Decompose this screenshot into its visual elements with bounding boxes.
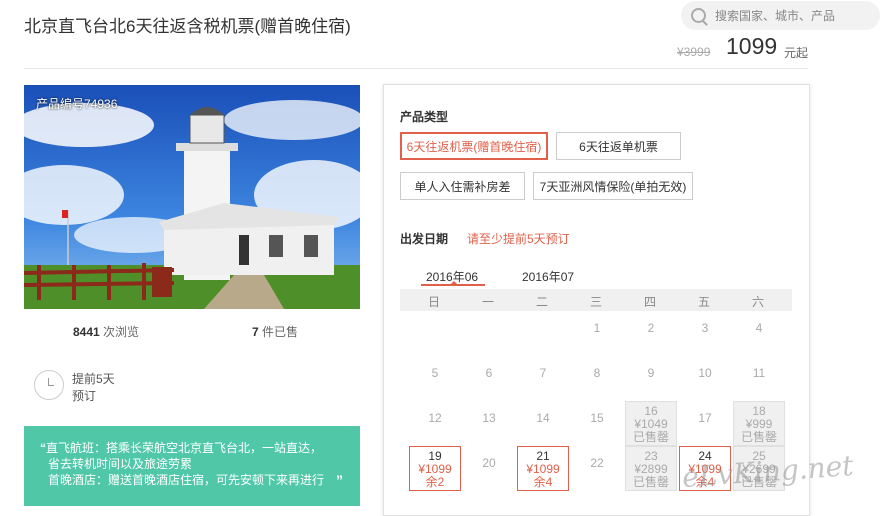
- weekday: 一: [481, 295, 494, 309]
- weekday: 五: [697, 295, 710, 309]
- product-type-label: 产品类型: [400, 110, 449, 124]
- weekday: 日: [427, 295, 440, 309]
- highlight-text: “直飞航班：搭乘长荣航空北京直飞台北，一站直达， 省去转机时间以及旅途劳累 首晚…: [40, 440, 360, 488]
- highlight-line-3: 首晚酒店：赠送首晚酒店住宿，可先安顿下来再进行: [48, 473, 325, 487]
- product-photo[interactable]: [24, 85, 360, 309]
- highlight-line-2: 省去转机时间以及旅途劳累: [48, 457, 193, 471]
- product-number: 产品编号74936: [36, 97, 118, 111]
- quote-close-icon: ”: [336, 472, 343, 488]
- view-count-label: 次浏览: [103, 325, 140, 339]
- product-type-option[interactable]: 6天往返单机票: [556, 132, 681, 160]
- weekday: 四: [643, 295, 656, 309]
- current-price: 1099: [726, 33, 778, 59]
- clock-icon: [34, 370, 64, 400]
- product-type-option[interactable]: 单人入住需补房差: [400, 172, 525, 200]
- highlight-line-1: 直飞航班：搭乘长荣航空北京直飞台北，一站直达，: [46, 441, 323, 455]
- product-highlights: “直飞航班：搭乘长荣航空北京直飞台北，一站直达， 省去转机时间以及旅途劳累 首晚…: [24, 426, 360, 506]
- day-status: 已售罄: [632, 475, 669, 489]
- view-count: 8441 次浏览: [73, 323, 139, 340]
- weekday: 三: [589, 295, 602, 309]
- search-box[interactable]: 搜索国家、城市、产品: [681, 1, 880, 30]
- advance-line-2: 预订: [72, 389, 97, 403]
- advance-booking-info: 提前5天 预订: [72, 371, 115, 405]
- lighthouse-image: [24, 85, 360, 309]
- weekday: 六: [751, 295, 764, 309]
- tab-month-july[interactable]: 2016年07: [522, 268, 574, 285]
- calendar-day-sold-out: 18 ¥999 已售罄: [733, 401, 785, 446]
- product-type-option[interactable]: 6天往返机票(赠首晚住宿): [400, 132, 548, 160]
- sold-count: 7 件已售: [252, 323, 298, 340]
- day-status: 余2: [425, 475, 445, 489]
- calendar-day-available[interactable]: 19 ¥1099 余2: [409, 446, 461, 491]
- day-status: 已售罄: [740, 430, 777, 444]
- calendar-day-available[interactable]: 21 ¥1099 余4: [517, 446, 569, 491]
- page-title: 北京直飞台北6天往返含税机票(赠首晚住宿): [24, 17, 351, 36]
- product-type-option[interactable]: 7天亚洲风情保险(单拍无效): [533, 172, 693, 200]
- sold-count-number: 7: [252, 325, 259, 339]
- day-status: 已售罄: [632, 430, 669, 444]
- calendar-day-sold-out: 16 ¥1049 已售罄: [625, 401, 677, 446]
- advance-line-1: 提前5天: [72, 372, 115, 386]
- price-suffix: 元起: [784, 46, 809, 60]
- view-count-number: 8441: [73, 325, 100, 339]
- search-icon[interactable]: [691, 8, 706, 23]
- day-status: 余4: [533, 475, 553, 489]
- active-month-caret-icon: [450, 281, 458, 285]
- weekday: 二: [535, 295, 548, 309]
- original-price: ¥3999: [677, 45, 711, 59]
- weekday-header: 日 一 二 三 四 五 六: [400, 289, 792, 311]
- header-divider: [24, 68, 808, 69]
- calendar-day-sold-out: 23 ¥2899 已售罄: [625, 446, 677, 491]
- advance-note: 请至少提前5天预订: [467, 232, 570, 246]
- search-input[interactable]: 搜索国家、城市、产品: [715, 7, 835, 24]
- departure-date-label: 出发日期: [400, 232, 449, 246]
- sold-count-label: 件已售: [262, 325, 299, 339]
